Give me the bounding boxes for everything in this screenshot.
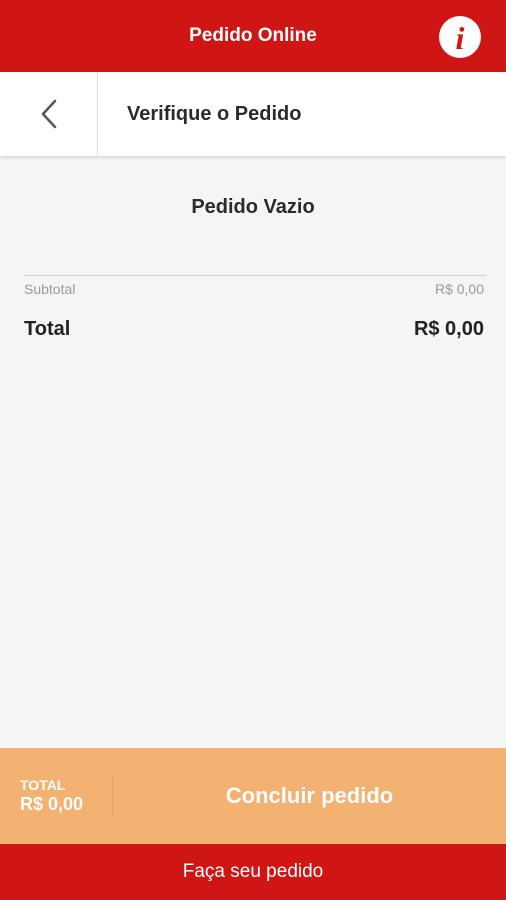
total-row: Total R$ 0,00 <box>24 318 484 341</box>
subtotal-value: R$ 0,00 <box>434 281 484 297</box>
subtotal-row: Subtotal R$ 0,00 <box>24 281 484 297</box>
page-title: Verifique o Pedido <box>127 102 302 125</box>
divider <box>24 275 486 276</box>
conclude-order-button[interactable]: Concluir pedido <box>113 748 506 844</box>
total-value: R$ 0,00 <box>413 318 484 340</box>
empty-order-label: Pedido Vazio <box>191 196 315 218</box>
app-header: Pedido Online i <box>0 0 506 72</box>
place-order-button[interactable]: Faça seu pedido <box>0 844 506 900</box>
bar-total-value: R$ 0,00 <box>20 794 84 814</box>
page-header: Verifique o Pedido <box>0 72 506 156</box>
subtotal-label: Subtotal <box>24 281 76 297</box>
info-button[interactable]: i <box>439 16 481 58</box>
info-icon: i <box>455 20 465 56</box>
back-button[interactable] <box>0 72 98 156</box>
order-action-bar: TOTAL R$ 0,00 Concluir pedido <box>0 748 506 844</box>
bar-total-box: TOTAL R$ 0,00 <box>0 774 113 818</box>
bar-total-caption: TOTAL <box>20 777 66 793</box>
app-title: Pedido Online <box>189 25 317 46</box>
chevron-left-icon <box>41 99 56 129</box>
total-label: Total <box>24 318 71 340</box>
